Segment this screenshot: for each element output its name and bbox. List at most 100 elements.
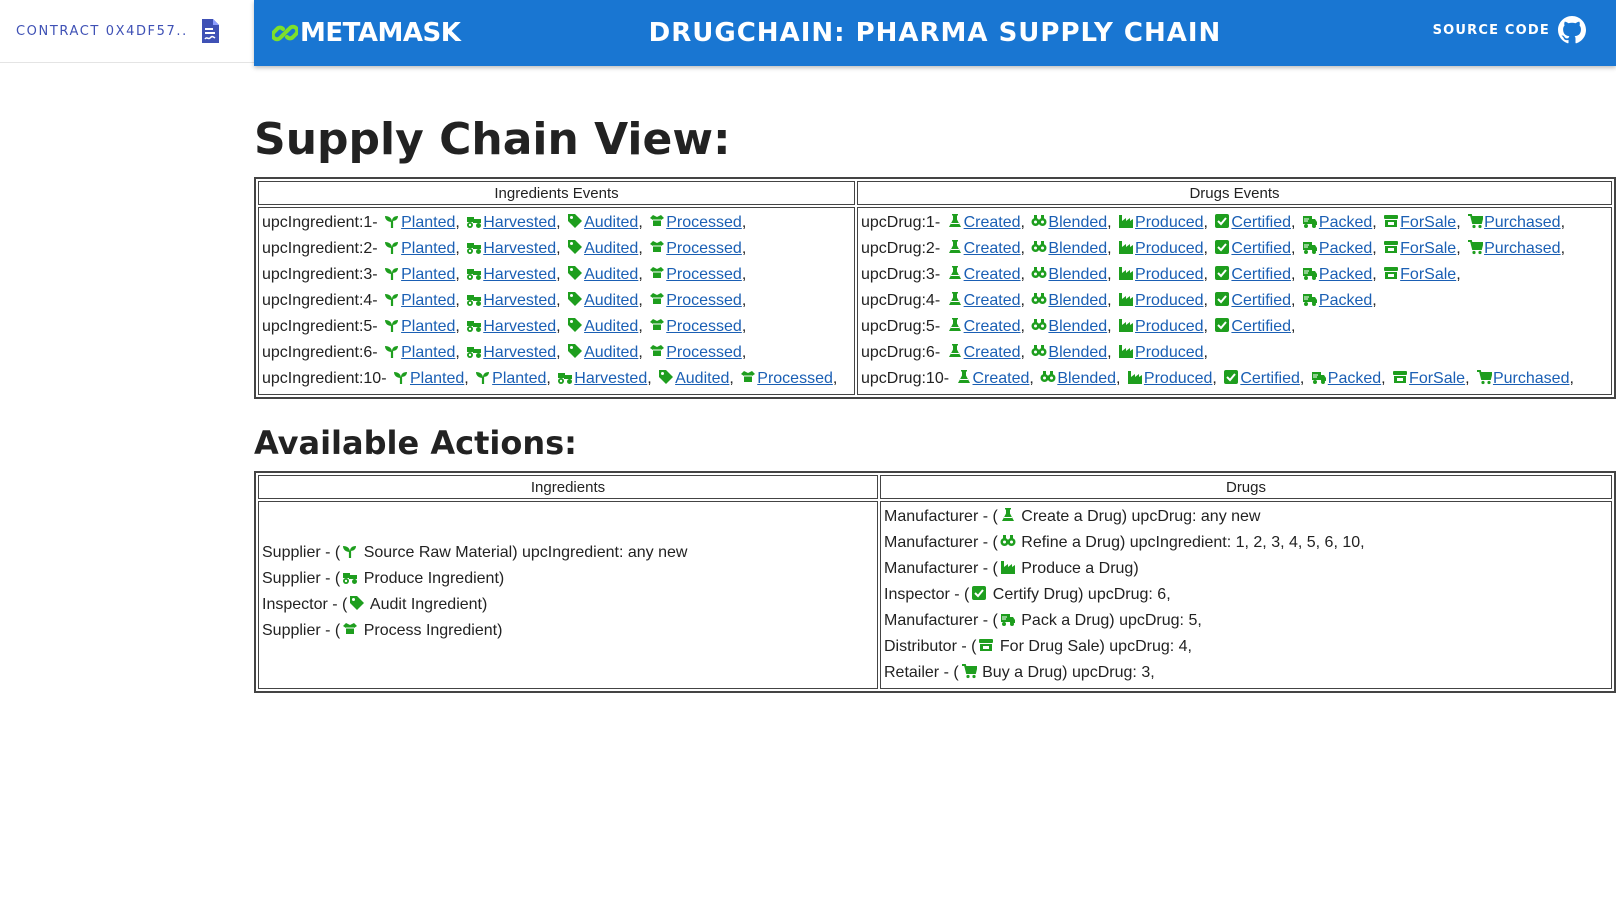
drug-event-link-certified[interactable]: Certified	[1231, 240, 1291, 257]
drug-event-link-blended[interactable]: Blended	[1048, 292, 1107, 309]
drug-event-link-packed[interactable]: Packed	[1319, 240, 1372, 257]
ingredient-event-link-audited[interactable]: Audited	[584, 292, 638, 309]
drug-action-for-drug-sale-button[interactable]: For Drug Sale	[976, 638, 1100, 655]
drug-event-link-produced[interactable]: Produced	[1135, 318, 1204, 335]
drug-action-buy-a-drug-button[interactable]: Buy a Drug	[959, 664, 1062, 681]
role-label: Inspector	[884, 586, 950, 603]
drug-event-link-certified[interactable]: Certified	[1240, 370, 1300, 387]
ingredient-event-link-planted[interactable]: Planted	[401, 214, 455, 231]
ingredient-event-link-processed[interactable]: Processed	[666, 318, 742, 335]
ingredient-event-link-processed[interactable]: Processed	[666, 292, 742, 309]
drug-event-link-forsale[interactable]: ForSale	[1400, 240, 1456, 257]
drug-event-link-created[interactable]: Created	[964, 318, 1021, 335]
role-label: Manufacturer	[884, 508, 979, 525]
drug-event-link-produced[interactable]: Produced	[1135, 214, 1204, 231]
drug-event-link-purchased[interactable]: Purchased	[1484, 214, 1561, 231]
drug-event-link-blended[interactable]: Blended	[1048, 344, 1107, 361]
drug-upc-label: upcDrug:2-	[861, 240, 941, 257]
drug-event-link-packed[interactable]: Packed	[1319, 266, 1372, 283]
drug-event-link-packed[interactable]: Packed	[1328, 370, 1381, 387]
ingredient-event-link-planted[interactable]: Planted	[410, 370, 464, 387]
drug-action-produce-a-drug-button[interactable]: Produce a Drug	[998, 560, 1133, 577]
drug-event-link-produced[interactable]: Produced	[1135, 292, 1204, 309]
ingredient-event-link-harvested[interactable]: Harvested	[483, 344, 556, 361]
drug-event-link-created[interactable]: Created	[973, 370, 1030, 387]
drug-event-link-produced[interactable]: Produced	[1135, 266, 1204, 283]
ingredient-event-link-audited[interactable]: Audited	[584, 214, 638, 231]
ingredient-event-link-processed[interactable]: Processed	[666, 266, 742, 283]
drug-event-link-created[interactable]: Created	[964, 344, 1021, 361]
ingredient-event-link-audited[interactable]: Audited	[675, 370, 729, 387]
tag-icon	[567, 290, 583, 316]
ingredient-event-link-planted[interactable]: Planted	[401, 240, 455, 257]
drug-event-link-certified[interactable]: Certified	[1231, 292, 1291, 309]
ingredient-event-link-harvested[interactable]: Harvested	[483, 214, 556, 231]
ingredient-event-link-planted[interactable]: Planted	[401, 344, 455, 361]
drug-event-link-forsale[interactable]: ForSale	[1409, 370, 1465, 387]
ingredient-event-link-audited[interactable]: Audited	[584, 240, 638, 257]
drug-event-link-certified[interactable]: Certified	[1231, 214, 1291, 231]
drug-event-link-certified[interactable]: Certified	[1231, 318, 1291, 335]
drug-event-link-created[interactable]: Created	[964, 214, 1021, 231]
ingredient-event-link-processed[interactable]: Processed	[666, 214, 742, 231]
drug-event-link-created[interactable]: Created	[964, 266, 1021, 283]
drug-action-row: Inspector - ( Certify Drug) upcDrug: 6,	[884, 582, 1608, 608]
drug-action-certify-drug-button[interactable]: Certify Drug	[969, 586, 1078, 603]
action-target-upc: upcDrug: 5,	[1114, 612, 1202, 629]
ingredient-event-link-planted[interactable]: Planted	[492, 370, 546, 387]
ingredient-event-link-harvested[interactable]: Harvested	[483, 240, 556, 257]
drug-event-link-certified[interactable]: Certified	[1231, 266, 1291, 283]
drug-event-link-purchased[interactable]: Purchased	[1484, 240, 1561, 257]
drug-action-pack-a-drug-button[interactable]: Pack a Drug	[998, 612, 1109, 629]
box-open-icon	[342, 620, 358, 646]
ingredient-action-row: Supplier - ( Process Ingredient)	[262, 618, 874, 644]
drug-event-link-created[interactable]: Created	[964, 292, 1021, 309]
ingredient-action-process-ingredient-button[interactable]: Process Ingredient	[340, 622, 497, 639]
ingredient-action-source-raw-material-button[interactable]: Source Raw Material	[340, 544, 512, 561]
drug-event-link-purchased[interactable]: Purchased	[1493, 370, 1570, 387]
drug-event-link-blended[interactable]: Blended	[1048, 318, 1107, 335]
ingredient-event-link-planted[interactable]: Planted	[401, 266, 455, 283]
store-icon	[1383, 264, 1399, 290]
drug-event-link-blended[interactable]: Blended	[1057, 370, 1116, 387]
ingredient-event-link-planted[interactable]: Planted	[401, 318, 455, 335]
contract-address[interactable]: CONTRACT 0X4DF57..	[16, 24, 188, 39]
role-label: Manufacturer	[884, 560, 979, 577]
ingredient-event-link-harvested[interactable]: Harvested	[574, 370, 647, 387]
ingredient-event-link-audited[interactable]: Audited	[584, 266, 638, 283]
drug-event-link-blended[interactable]: Blended	[1048, 214, 1107, 231]
tractor-icon	[466, 212, 482, 238]
drug-event-link-blended[interactable]: Blended	[1048, 240, 1107, 257]
ingredient-event-link-harvested[interactable]: Harvested	[483, 266, 556, 283]
ingredient-event-link-processed[interactable]: Processed	[666, 344, 742, 361]
metamask-brand[interactable]: METAMASK	[272, 18, 461, 48]
drug-event-link-packed[interactable]: Packed	[1319, 292, 1372, 309]
ingredient-event-link-audited[interactable]: Audited	[584, 318, 638, 335]
drug-event-link-created[interactable]: Created	[964, 240, 1021, 257]
drug-event-link-produced[interactable]: Produced	[1144, 370, 1213, 387]
ingredient-event-link-harvested[interactable]: Harvested	[483, 292, 556, 309]
drug-action-create-a-drug-button[interactable]: Create a Drug	[998, 508, 1122, 525]
ingredient-event-link-processed[interactable]: Processed	[666, 240, 742, 257]
source-code-button[interactable]: SOURCE CODE	[1433, 16, 1586, 44]
ingredient-event-link-processed[interactable]: Processed	[757, 370, 833, 387]
drug-event-link-produced[interactable]: Produced	[1135, 240, 1204, 257]
blend-icon	[1031, 342, 1047, 368]
drug-action-refine-a-drug-button[interactable]: Refine a Drug	[998, 534, 1120, 551]
supply-chain-table: Ingredients Events Drugs Events upcIngre…	[254, 177, 1616, 399]
seedling-icon	[384, 290, 400, 316]
ingredients-events-cell: upcIngredient:1- Planted, Harvested, Aud…	[258, 207, 855, 395]
ingredient-action-produce-ingredient-button[interactable]: Produce Ingredient	[340, 570, 499, 587]
drug-event-link-forsale[interactable]: ForSale	[1400, 266, 1456, 283]
drug-event-link-blended[interactable]: Blended	[1048, 266, 1107, 283]
ingredient-event-link-audited[interactable]: Audited	[584, 344, 638, 361]
drug-event-link-produced[interactable]: Produced	[1135, 344, 1204, 361]
ingredient-event-link-planted[interactable]: Planted	[401, 292, 455, 309]
ingredient-action-audit-ingredient-button[interactable]: Audit Ingredient	[347, 596, 482, 613]
flask-icon	[1000, 506, 1016, 532]
drug-event-link-forsale[interactable]: ForSale	[1400, 214, 1456, 231]
blend-icon	[1000, 532, 1016, 558]
contract-document-icon[interactable]	[200, 18, 220, 44]
drug-event-link-packed[interactable]: Packed	[1319, 214, 1372, 231]
ingredient-event-link-harvested[interactable]: Harvested	[483, 318, 556, 335]
